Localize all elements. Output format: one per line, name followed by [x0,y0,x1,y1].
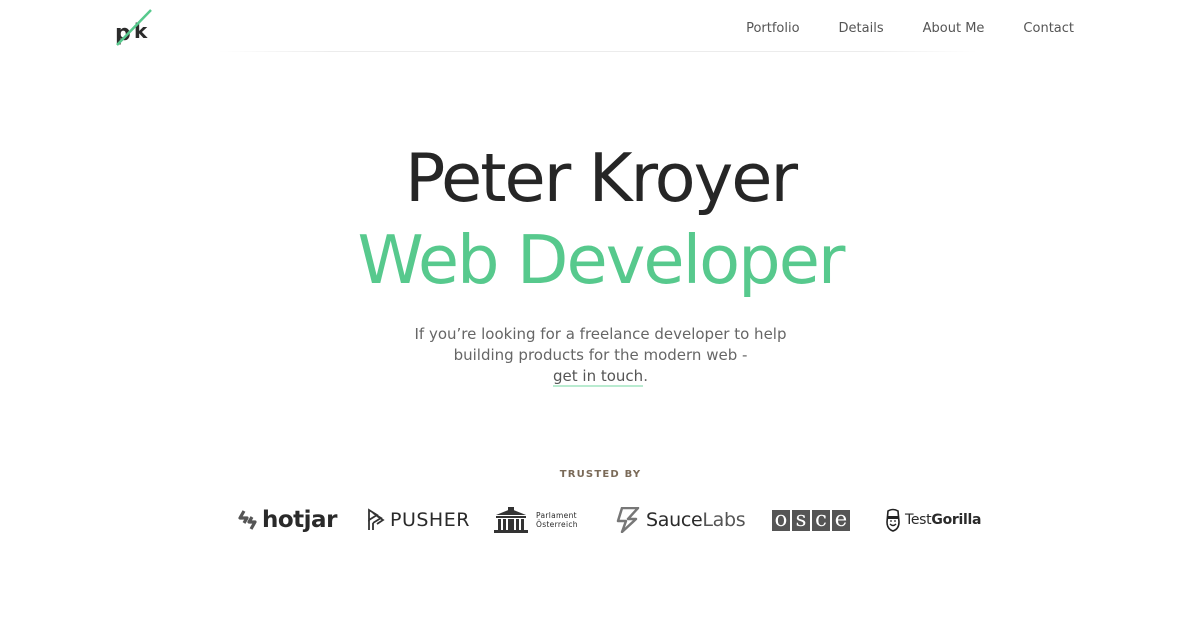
svg-text:k: k [134,19,148,43]
hotjar-logo: hotjar [238,500,337,540]
osce-letter: s [792,508,810,531]
osce-logo: o s c e [772,500,850,540]
saucelabs-word-sauce: Sauce [646,509,703,531]
gorilla-head-icon [886,508,900,532]
hero-intro: If you’re looking for a freelance develo… [0,324,1201,387]
saucelabs-logo: SauceLabs [616,500,746,540]
pusher-logo: PUSHER [367,500,470,540]
page: p k Portfolio Details About Me Contact P… [0,0,1201,628]
pk-logo[interactable]: p k [113,8,155,48]
nav-contact[interactable]: Contact [1023,20,1074,38]
testgorilla-logo: TestGorilla [885,500,981,540]
parlament-line-1: Parlament [536,511,577,520]
hero-role: Web Developer [357,221,846,299]
saucelabs-wordmark: SauceLabs [646,509,746,531]
intro-line-1: If you’re looking for a freelance develo… [414,325,787,343]
trusted-by-label: TRUSTED BY [559,469,642,480]
testgorilla-word-test: Test [905,512,932,528]
intro-line-2: building products for the modern web - [453,346,748,364]
osce-letter: e [832,508,850,531]
osce-letter: c [812,508,830,531]
header-divider [218,51,978,52]
hotjar-flame-icon [238,510,257,530]
pusher-mark-icon [368,508,385,530]
osce-letter: o [772,508,790,531]
nav-portfolio[interactable]: Portfolio [746,20,799,38]
parlament-line-2: Österreich [536,520,578,529]
pusher-wordmark: PUSHER [390,509,470,531]
parlament-oesterreich-logo: Parlament Österreich [493,500,578,540]
osce-wordmark: o s c e [772,508,850,531]
hotjar-wordmark: hotjar [262,507,337,533]
pk-logo-icon: p k [115,9,152,46]
nav-about-me[interactable]: About Me [923,20,985,38]
client-logos: hotjar PUSHER Parlament Österreich Sauce… [0,500,1201,540]
parliament-building-icon [494,507,528,533]
testgorilla-wordmark: TestGorilla [905,512,981,528]
hero-name: Peter Kroyer [405,139,798,217]
nav-details[interactable]: Details [839,20,884,38]
parlament-wordmark: Parlament Österreich [536,511,578,529]
intro-period: . [643,367,648,385]
get-in-touch-link[interactable]: get in touch [553,367,644,387]
main-nav: Portfolio Details About Me Contact [707,20,1074,38]
testgorilla-word-gorilla: Gorilla [931,512,982,528]
saucelabs-word-labs: Labs [702,509,746,531]
saucelabs-bolt-icon [616,507,640,533]
intro-line-3: get in touch. [0,366,1201,387]
